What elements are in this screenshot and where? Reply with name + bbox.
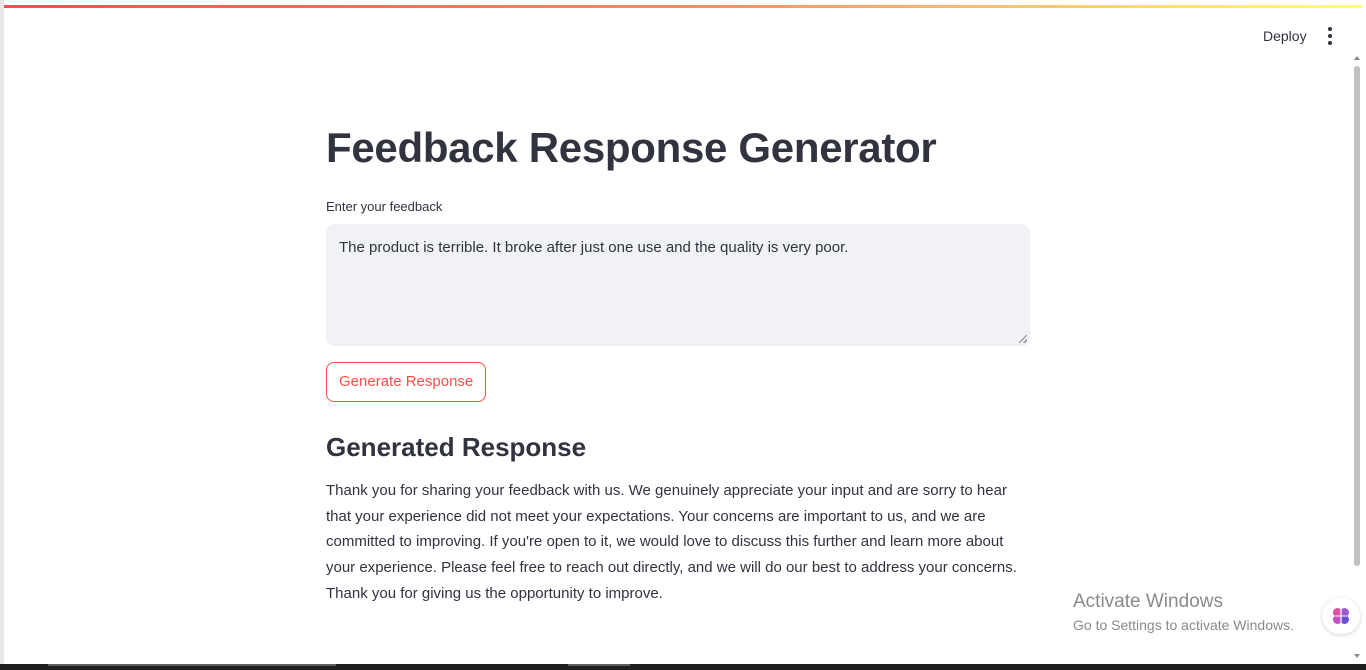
- activate-windows-watermark: Activate Windows Go to Settings to activ…: [1073, 590, 1294, 636]
- resize-handle-icon[interactable]: [1019, 335, 1027, 343]
- brain-icon: [1333, 608, 1349, 624]
- vertical-scrollbar[interactable]: [1352, 56, 1362, 664]
- window-edge: [0, 0, 4, 670]
- vertical-dots-icon-dot: [1328, 34, 1332, 38]
- vertical-dots-icon-dot: [1328, 41, 1332, 45]
- vertical-dots-icon: [1328, 27, 1332, 31]
- deploy-button[interactable]: Deploy: [1255, 22, 1315, 50]
- generate-response-button[interactable]: Generate Response: [326, 362, 487, 402]
- feedback-textarea[interactable]: The product is terrible. It broke after …: [326, 224, 1030, 346]
- app-window: Deploy Feedback Response Generator Enter…: [0, 0, 1366, 670]
- assistant-widget-button[interactable]: [1322, 598, 1360, 634]
- top-decoration-bar: [4, 5, 1362, 8]
- main-menu-button[interactable]: [1316, 22, 1344, 50]
- scroll-down-arrow-icon[interactable]: [1354, 654, 1360, 658]
- feedback-label: Enter your feedback: [326, 199, 443, 214]
- main-content: Feedback Response Generator Enter your f…: [326, 120, 1030, 607]
- watermark-title: Activate Windows: [1073, 591, 1223, 612]
- generated-response-text: Thank you for sharing your feedback with…: [326, 482, 1017, 602]
- feedback-text: The product is terrible. It broke after …: [339, 239, 849, 256]
- scroll-up-arrow-icon[interactable]: [1354, 56, 1360, 60]
- watermark-subtitle: Go to Settings to activate Windows.: [1073, 617, 1294, 633]
- taskbar-segment: [568, 664, 630, 666]
- page-title: Feedback Response Generator: [326, 124, 937, 171]
- taskbar-segment: [48, 664, 336, 666]
- scrollbar-thumb[interactable]: [1354, 66, 1360, 566]
- response-heading: Generated Response: [326, 432, 587, 462]
